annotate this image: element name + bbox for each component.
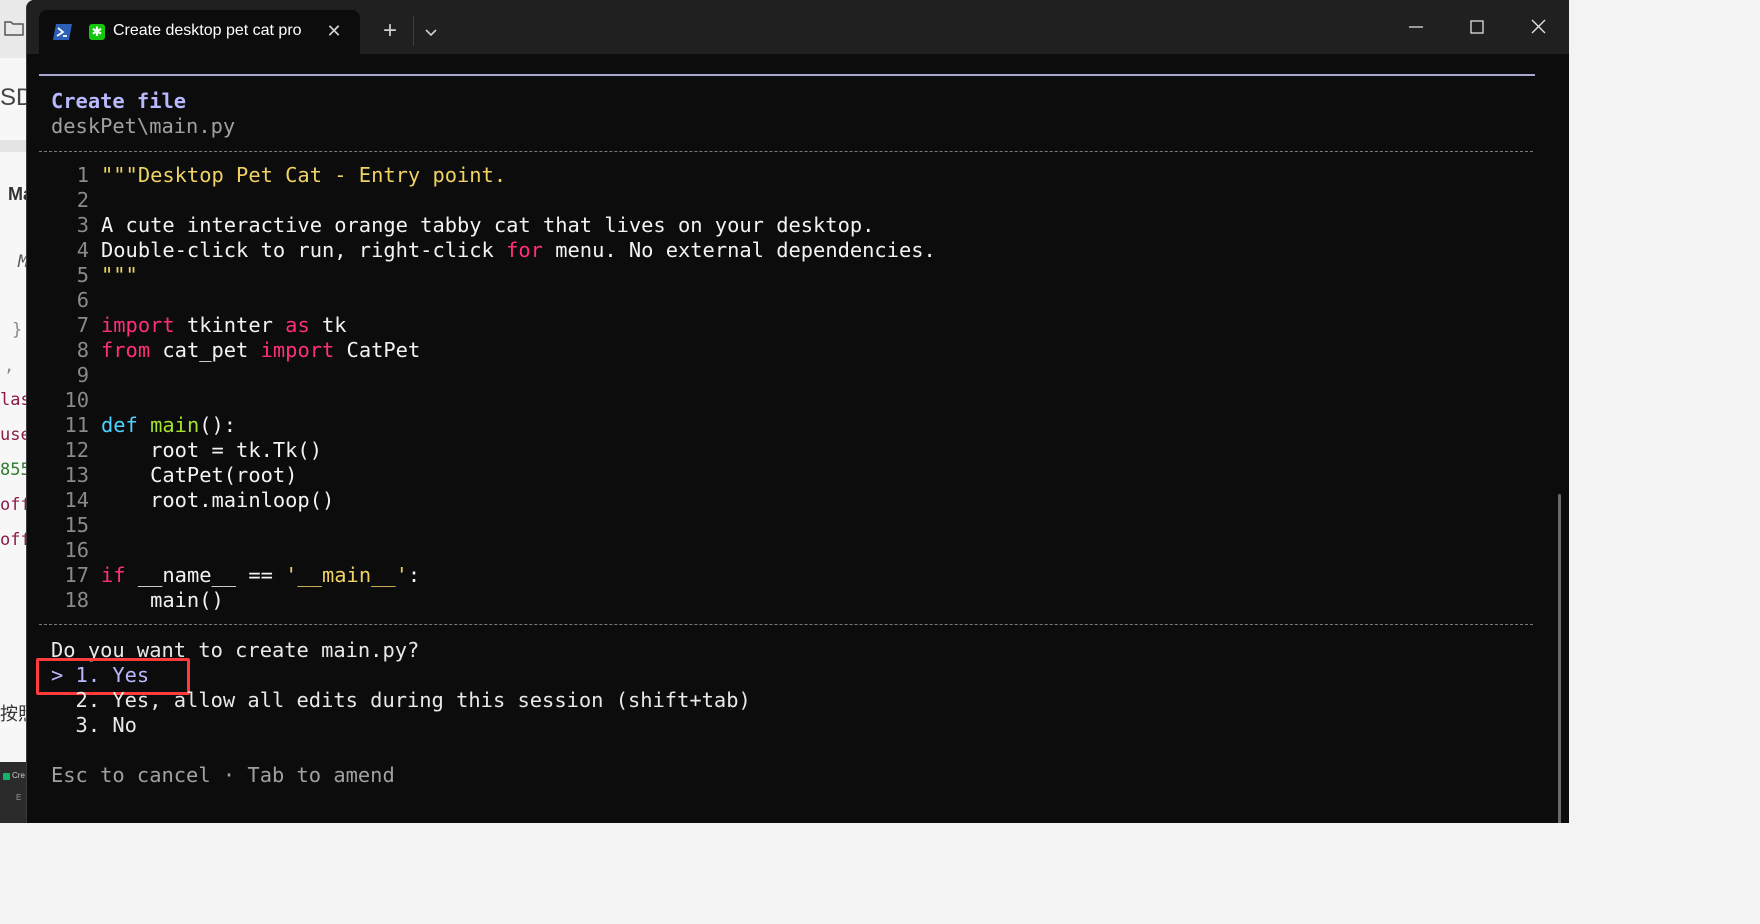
- terminal-window: ✱ Create desktop pet cat pro ✕ + Create …: [26, 0, 1569, 823]
- tab-separator: [413, 16, 414, 46]
- keyboard-hint: Esc to cancel · Tab to amend: [51, 763, 395, 787]
- code-line-3: A cute interactive orange tabby cat that…: [101, 213, 875, 237]
- line-number: 12: [64, 438, 89, 462]
- code-line-8: from cat_pet import CatPet: [101, 338, 420, 363]
- string-literal: '__main__': [285, 563, 408, 587]
- line-number: 11: [64, 413, 89, 437]
- code-line-1: """Desktop Pet Cat - Entry point.: [101, 163, 507, 187]
- line-number: 18: [64, 588, 89, 612]
- line-number: 6: [76, 288, 89, 312]
- line-number: 7: [76, 313, 89, 337]
- code-text: ():: [199, 413, 237, 437]
- line-number: 5: [76, 263, 89, 287]
- code-text: Double-click to run, right-click: [101, 238, 507, 262]
- code-line-4: Double-click to run, right-click for men…: [101, 238, 936, 263]
- code-line-18: main(): [101, 588, 224, 612]
- keyword: from: [101, 338, 151, 362]
- claude-app-icon: ✱: [89, 24, 105, 40]
- line-number: 17: [64, 563, 89, 587]
- chevron-down-icon[interactable]: [419, 20, 443, 44]
- minimize-icon[interactable]: [1401, 14, 1431, 40]
- code-top-divider: [39, 151, 1533, 152]
- def-keyword: def: [101, 413, 138, 437]
- line-number: 15: [64, 513, 89, 537]
- code-bottom-divider: [39, 624, 1533, 625]
- keyword: import: [260, 338, 335, 362]
- terminal-content[interactable]: Create file deskPet\main.py 1 2 3 4 5 6 …: [27, 54, 1569, 823]
- code-text: cat_pet: [150, 338, 261, 362]
- code-line-5: """: [101, 263, 138, 287]
- tab-title: Create desktop pet cat pro: [113, 22, 302, 39]
- code-text: :: [407, 563, 421, 587]
- line-number: 2: [76, 188, 89, 212]
- keyword: as: [285, 313, 310, 337]
- close-window-icon[interactable]: [1523, 14, 1553, 40]
- line-number: 1: [76, 163, 89, 187]
- new-tab-button[interactable]: +: [377, 18, 403, 44]
- bg-text-comma: ,: [4, 356, 15, 376]
- line-number: 3: [76, 213, 89, 237]
- code-line-14: root.mainloop(): [101, 488, 335, 512]
- keyword: for: [506, 238, 543, 262]
- line-number: 10: [64, 388, 89, 412]
- line-number: 9: [76, 363, 89, 387]
- option-yes-allow-all[interactable]: 2. Yes, allow all edits during this sess…: [51, 688, 751, 713]
- line-number: 16: [64, 538, 89, 562]
- maximize-icon[interactable]: [1462, 14, 1492, 40]
- bg-text-brace: }: [12, 320, 23, 340]
- code-line-17: if __name__ == '__main__':: [101, 563, 420, 588]
- folder-icon[interactable]: [4, 20, 24, 36]
- header-rule: [39, 74, 1535, 76]
- code-line-12: root = tk.Tk(): [101, 438, 322, 462]
- powershell-icon: [53, 24, 72, 40]
- tab-active[interactable]: ✱ Create desktop pet cat pro ✕: [39, 10, 360, 54]
- file-path: deskPet\main.py: [51, 114, 236, 138]
- line-number: 14: [64, 488, 89, 512]
- code-text: __name__ ==: [125, 563, 286, 587]
- code-line-11: def main():: [101, 413, 236, 438]
- app-icon: [3, 773, 10, 780]
- line-number: 8: [76, 338, 89, 362]
- code-line-13: CatPet(root): [101, 463, 298, 487]
- code-text: menu. No external dependencies.: [542, 238, 936, 262]
- scrollbar[interactable]: [1558, 494, 1561, 823]
- code-text: CatPet: [334, 338, 421, 362]
- line-number: 13: [64, 463, 89, 487]
- keyword: if: [101, 563, 126, 587]
- prompt-title: Create file: [51, 89, 187, 113]
- keyword: import: [101, 313, 175, 337]
- title-bar[interactable]: ✱ Create desktop pet cat pro ✕ +: [27, 0, 1569, 54]
- bg-text-e: E: [16, 793, 22, 802]
- code-text: tk: [309, 313, 347, 337]
- close-tab-icon[interactable]: ✕: [323, 20, 345, 42]
- option-no[interactable]: 3. No: [51, 713, 137, 738]
- line-number: 4: [76, 238, 89, 262]
- code-line-7: import tkinter as tk: [101, 313, 347, 338]
- function-name: main: [150, 413, 200, 437]
- code-text: tkinter: [174, 313, 286, 337]
- bg-text-cre: Cre: [12, 771, 25, 780]
